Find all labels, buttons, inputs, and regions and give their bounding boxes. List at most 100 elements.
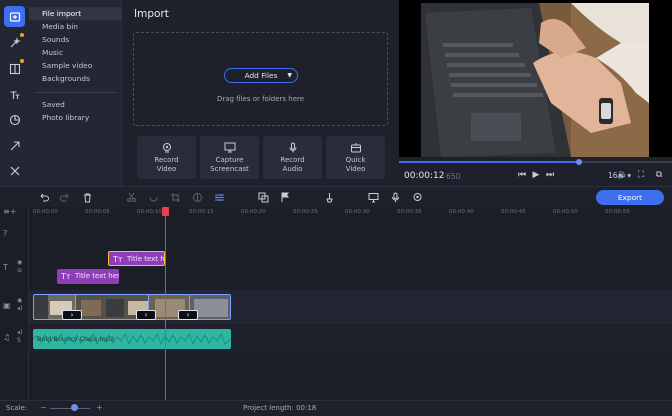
ruler-label: 00:00:10 bbox=[137, 209, 162, 215]
visibility-icon[interactable]: ◉ bbox=[17, 259, 26, 267]
progress-bar[interactable] bbox=[399, 159, 672, 165]
ruler-label: 00:00:30 bbox=[345, 209, 370, 215]
transition-marker[interactable]: › bbox=[136, 310, 156, 320]
button-label: Quick bbox=[345, 156, 366, 164]
playhead[interactable] bbox=[165, 207, 166, 400]
panel-title: Import bbox=[134, 8, 169, 20]
solo-icon[interactable]: S bbox=[17, 337, 26, 345]
title-track-icon: T bbox=[3, 263, 8, 272]
current-time: 00:00:12 bbox=[404, 171, 445, 181]
redo-icon[interactable] bbox=[60, 192, 71, 203]
music-track-icon: ♫ bbox=[3, 333, 11, 342]
webcam-icon[interactable] bbox=[412, 192, 423, 203]
transition-marker[interactable]: › bbox=[178, 310, 198, 320]
audio-clip[interactable]: Bold Bouncy Claps.mp3 bbox=[33, 329, 231, 349]
cut-icon[interactable] bbox=[126, 192, 137, 203]
quick-video-button[interactable]: Quick Video bbox=[326, 136, 385, 179]
zoom-out-icon[interactable]: − bbox=[40, 403, 47, 412]
volume-icon[interactable]: ◂) bbox=[17, 329, 26, 337]
button-label: Video bbox=[156, 165, 177, 173]
detach-icon[interactable]: ⧉ bbox=[654, 170, 664, 180]
stickers-icon[interactable] bbox=[4, 109, 25, 130]
arrow-icon[interactable] bbox=[4, 135, 25, 156]
laptop-typing-image bbox=[421, 3, 649, 157]
menu-item-saved[interactable]: Saved bbox=[29, 98, 122, 111]
undo-icon[interactable] bbox=[38, 192, 49, 203]
menu-item-music[interactable]: Music bbox=[29, 46, 122, 59]
monitor-icon bbox=[224, 142, 235, 153]
export-button[interactable]: Export bbox=[596, 190, 664, 205]
skip-forward-icon[interactable]: ⏭ bbox=[545, 170, 555, 180]
audio-properties-icon[interactable] bbox=[324, 192, 335, 203]
marker-flag-icon[interactable] bbox=[280, 192, 291, 203]
zoom-in-icon[interactable]: + bbox=[96, 403, 103, 412]
delete-icon[interactable] bbox=[82, 192, 93, 203]
camera-icon bbox=[162, 143, 171, 153]
play-icon[interactable]: ▶ bbox=[531, 170, 541, 180]
drag-hint: Drag files or folders here bbox=[216, 95, 305, 103]
magic-wand-icon[interactable] bbox=[4, 32, 25, 53]
menu-item-backgrounds[interactable]: Backgrounds bbox=[29, 72, 122, 85]
import-menu: File import Media bin Sounds Music Sampl… bbox=[29, 0, 122, 186]
title-clip[interactable]: Tт Title text her bbox=[57, 269, 119, 284]
menu-item-media-bin[interactable]: Media bin bbox=[29, 20, 122, 33]
button-label: Video bbox=[345, 165, 366, 173]
ruler-label: 00:00:50 bbox=[553, 209, 578, 215]
progress-handle[interactable] bbox=[576, 159, 583, 165]
help-icon[interactable]: ? bbox=[3, 229, 13, 239]
time-ruler[interactable]: 00:00:00 00:00:05 00:00:10 00:00:15 00:0… bbox=[29, 207, 672, 220]
menu-item-sample-video[interactable]: Sample video bbox=[29, 59, 122, 72]
scale-slider[interactable] bbox=[50, 408, 90, 409]
tools-icon[interactable] bbox=[4, 160, 25, 181]
ruler-label: 00:00:40 bbox=[449, 209, 474, 215]
lock-icon[interactable]: ⊖ bbox=[17, 267, 26, 275]
microphone-icon bbox=[289, 142, 296, 153]
menu-item-sounds[interactable]: Sounds bbox=[29, 33, 122, 46]
add-files-label: Add Files bbox=[244, 71, 278, 80]
drop-zone[interactable]: Add Files ▼ Drag files or folders here bbox=[133, 32, 388, 126]
frame-counter: 650 bbox=[446, 172, 461, 181]
crop-icon[interactable] bbox=[170, 192, 181, 203]
clip-properties-icon[interactable] bbox=[214, 192, 225, 203]
editing-toolbar: Export bbox=[0, 186, 672, 207]
capture-screencast-button[interactable]: Capture Screencast bbox=[200, 136, 259, 179]
button-label: Record bbox=[280, 156, 305, 164]
magic-box-icon bbox=[350, 143, 361, 153]
timeline[interactable]: ≡+ ? T ◉ ⊖ ▣ ◉ ◂) ♫ ◂) S 00:00:00 00:00:… bbox=[0, 207, 672, 400]
preview-frame bbox=[421, 3, 649, 157]
volume-icon[interactable]: 🔈 bbox=[617, 170, 628, 180]
title-clip-label: Title text he bbox=[127, 255, 165, 263]
titles-icon[interactable] bbox=[4, 84, 25, 105]
menu-item-photo-library[interactable]: Photo library bbox=[29, 111, 122, 124]
add-track-icon[interactable]: ≡+ bbox=[3, 207, 16, 217]
notification-dot bbox=[20, 59, 24, 63]
transition-marker[interactable]: › bbox=[62, 310, 82, 320]
skip-back-icon[interactable]: ⏮ bbox=[517, 170, 527, 180]
voiceover-icon[interactable] bbox=[390, 192, 401, 203]
transitions-icon[interactable] bbox=[4, 58, 25, 79]
mute-icon[interactable]: ◂) bbox=[17, 305, 26, 313]
visibility-icon[interactable]: ◉ bbox=[17, 297, 26, 305]
color-adjust-icon[interactable] bbox=[192, 192, 203, 203]
import-panel: Import Add Files ▼ Drag files or folders… bbox=[122, 0, 399, 186]
notification-dot bbox=[20, 33, 24, 37]
fullscreen-icon[interactable]: ⛶ bbox=[636, 170, 646, 180]
rotate-icon[interactable] bbox=[148, 192, 159, 203]
ruler-label: 00:00:15 bbox=[189, 209, 214, 215]
screen-record-icon[interactable] bbox=[368, 192, 379, 203]
scale-label: Scale: bbox=[6, 404, 28, 412]
record-video-button[interactable]: Record Video bbox=[137, 136, 196, 179]
ruler-label: 00:00:55 bbox=[605, 209, 630, 215]
title-clip-label: Title text her bbox=[75, 272, 119, 280]
title-clip[interactable]: Tт Title text he bbox=[108, 251, 165, 266]
scale-slider-handle[interactable] bbox=[71, 404, 78, 411]
title-icon: Tт bbox=[61, 272, 71, 281]
overlay-icon[interactable] bbox=[258, 192, 269, 203]
button-label: Audio bbox=[282, 165, 303, 173]
playhead-handle[interactable] bbox=[162, 207, 169, 216]
add-files-button[interactable]: Add Files ▼ bbox=[224, 68, 298, 83]
import-icon[interactable] bbox=[4, 6, 25, 27]
menu-item-file-import[interactable]: File import bbox=[29, 7, 122, 20]
record-audio-button[interactable]: Record Audio bbox=[263, 136, 322, 179]
button-label: Screencast bbox=[210, 165, 249, 173]
